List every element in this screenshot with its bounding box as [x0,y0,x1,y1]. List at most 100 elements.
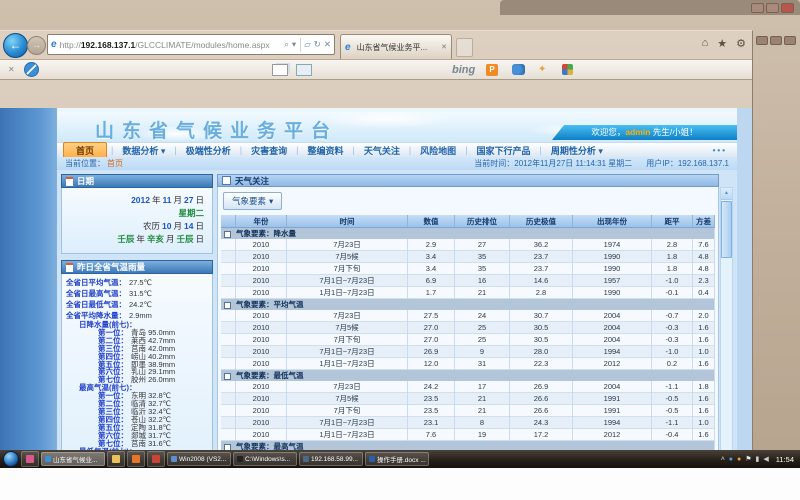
table-cell: 1991 [573,393,652,405]
taskbar-clock[interactable]: 11:54 [776,455,794,464]
nav-item-6[interactable]: 风险地图 [411,144,465,157]
calendar-line: 农历10月14日 [62,220,204,233]
bing-logo[interactable]: bing [452,64,475,76]
taskbar-icon-media-player[interactable] [127,451,145,467]
table-cell: 1.6 [693,334,715,346]
nav-item-8[interactable]: 周期性分析 ▾ [542,144,612,157]
nav-item-4[interactable]: 整编资料 [298,144,352,157]
nav-item-7[interactable]: 国家下行产品 [468,144,540,157]
bg-btn-1[interactable] [756,36,768,45]
taskbar-window-button[interactable]: C:\Windows\s... [233,452,297,466]
element-filter-button[interactable]: 气象要素▾ [223,192,282,210]
refresh-icon[interactable]: ↻ [314,39,321,50]
toolbar-close-icon[interactable]: ✕ [8,65,15,74]
column-header: 出现年份 [573,215,652,228]
group-checkbox[interactable] [224,373,231,380]
bg-close-button[interactable] [781,3,794,13]
show-hidden-icons[interactable]: ˄ [721,456,725,463]
nav-item-0[interactable]: 首页 [63,142,107,159]
bg-maximize-button[interactable] [766,3,779,13]
security-icon[interactable]: ● [737,456,741,463]
rank-value: 莒南 31.6℃ [131,440,171,448]
nav-item-1[interactable]: 数据分析 ▾ [113,144,174,157]
back-button[interactable]: ← [3,33,28,58]
compatibility-view-icon[interactable]: ▱ [304,39,311,50]
table-row: 20107月1日~7月23日26.9928.01994-1.01.0 [221,346,715,358]
scrollbar-up-arrow[interactable]: ▲ [721,188,732,200]
table-cell: 2012 [573,429,652,441]
table-cell: 3.4 [408,251,455,263]
group-header-cell: 气象要素：降水量 [221,228,715,240]
taskbar-window-title: Win2008 (VS2... [179,456,226,463]
group-header-row: 气象要素：降水量 [221,228,715,240]
tab-close-icon[interactable]: ✕ [441,43,447,51]
home-icon[interactable]: ⌂ [702,37,709,50]
table-cell: 2010 [236,239,287,251]
table-cell: 2010 [236,405,287,417]
table-cell: 1990 [573,251,652,263]
nav-item-5[interactable]: 天气关注 [355,144,409,157]
calendar-token: 辛亥 [147,234,164,244]
table-cell: 1.0 [693,346,715,358]
toolbar-app-icon-1[interactable] [512,64,525,75]
taskbar-icon-chrome[interactable] [147,451,165,467]
toolbar-cards-icon[interactable] [272,64,288,76]
toolbar-compass-icon[interactable] [24,62,39,77]
column-header: 历史极值 [510,215,573,228]
search-icon[interactable]: ⌕ [284,39,289,50]
browser-tab[interactable]: e 山东省气候业务平... ✕ [340,34,452,59]
taskbar-window-button[interactable]: Win2008 (VS2... [167,452,231,466]
scrollbar-thumb[interactable] [721,201,732,258]
greeting-username: admin [625,127,650,137]
forward-button[interactable]: → [27,36,46,55]
calendar-token: 壬辰 [117,234,134,244]
rank-value: 胶州 26.0mm [131,376,175,384]
toolbar-app-icon-3[interactable] [562,64,573,75]
address-bar[interactable]: e http://192.168.137.1/GLCCLIMATE/module… [47,34,335,55]
table-cell: 2010 [236,393,287,405]
url-text: http://192.168.137.1/GLCCLIMATE/modules/… [60,40,282,50]
group-checkbox[interactable] [224,231,231,238]
start-button[interactable] [3,451,19,467]
bg-minimize-button[interactable] [751,3,764,13]
favorites-star-icon[interactable]: ★ [717,37,727,50]
calendar-token: 月 [166,234,175,244]
column-header: 方差 [693,215,715,228]
taskbar-window-button[interactable]: 操作手册.docx ... [365,452,429,466]
action-center-flag-icon[interactable]: ⚑ [745,455,751,463]
network-icon[interactable]: ▮ [756,455,760,463]
autocomplete-dropdown-icon[interactable]: ▾ [292,39,296,50]
taskbar-window-button[interactable]: 山东省气候业... [41,452,105,466]
calendar-panel-header: 日期 [61,174,213,188]
taskbar-icon-explorer[interactable] [107,451,125,467]
table-cell: 2010 [236,381,287,393]
bg-btn-2[interactable] [770,36,782,45]
new-tab-button[interactable] [456,38,473,57]
nav-item-2[interactable]: 极端性分析 [177,144,240,157]
volume-icon[interactable]: ◀ [763,455,768,463]
panel-grid-icon [222,176,231,185]
table-cell: 1990 [573,263,652,275]
table-cell: 1月1日~7月23日 [287,429,408,441]
browser-navigation-row: ← → e http://192.168.137.1/GLCCLIMATE/mo… [0,31,752,59]
toolbar-mail-icon[interactable] [296,64,312,76]
taskbar-icon-pinned-app[interactable] [21,451,39,467]
calendar-token: 日 [195,195,204,205]
bing-p-icon[interactable]: P [486,64,498,76]
nav-more-dots[interactable]: ••• [713,146,727,155]
stop-icon[interactable]: ✕ [324,39,331,50]
nav-item-3[interactable]: 灾害查询 [242,144,296,157]
bg-btn-3[interactable] [784,36,796,45]
browser-window: ← → e http://192.168.137.1/GLCCLIMATE/mo… [0,30,753,469]
table-cell: 7.6 [408,429,455,441]
vertical-scrollbar[interactable]: ▲ ▼ [720,187,733,483]
group-name: 气象要素：降水量 [236,229,296,238]
toolbar-app-icon-2[interactable]: ✦ [538,64,546,75]
group-checkbox[interactable] [224,302,231,309]
messenger-icon[interactable]: ● [729,456,733,463]
taskbar-window-button[interactable]: 192.168.58.99... [299,452,363,466]
taskbar-window-title: 操作手册.docx ... [377,454,426,464]
row-checkbox-column [221,322,236,334]
nav-menu: 首页|数据分析 ▾|极端性分析|灾害查询|整编资料|天气关注|风险地图|国家下行… [57,142,737,157]
tools-gear-icon[interactable]: ⚙ [736,37,746,50]
